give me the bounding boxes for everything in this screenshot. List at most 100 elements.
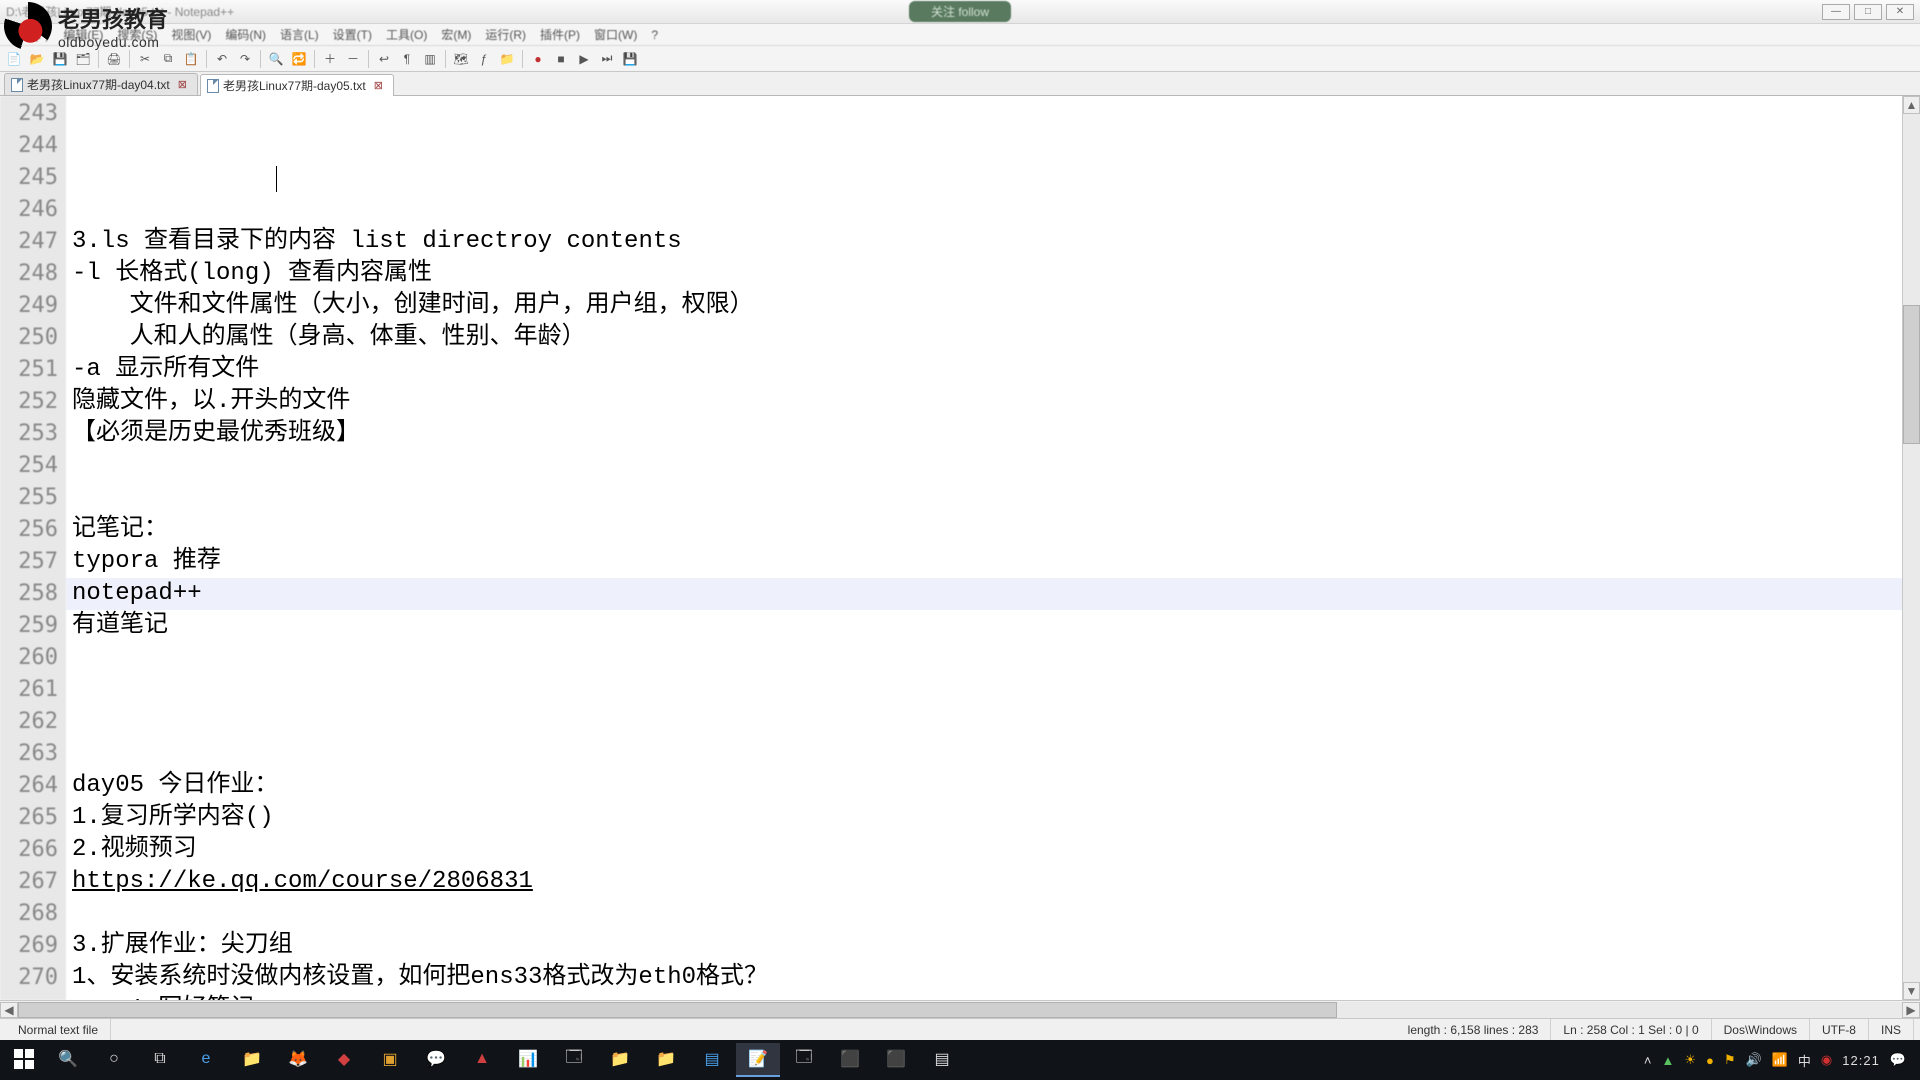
system-tray[interactable]: ˄ ▲ ☀ ● ⚑ 🔊 📶 中 ◉ 12:21 💬: [1634, 1051, 1916, 1070]
code-line[interactable]: 人和人的属性（身高、体重、性别、年龄）: [72, 322, 1914, 354]
menu-item-10[interactable]: 插件(P): [536, 24, 584, 45]
window-close-button[interactable]: ✕: [1886, 4, 1914, 20]
menu-item-9[interactable]: 运行(R): [481, 24, 530, 45]
save-macro-button[interactable]: 💾: [620, 49, 640, 69]
code-line[interactable]: [72, 450, 1914, 482]
app-icon-8[interactable]: ▤: [690, 1043, 734, 1077]
code-line[interactable]: [72, 642, 1914, 674]
find-button[interactable]: 🔍: [266, 49, 286, 69]
code-line[interactable]: [72, 674, 1914, 706]
code-line[interactable]: https://ke.qq.com/course/2806831: [72, 866, 1914, 898]
run-multiple-button[interactable]: ⏭: [597, 49, 617, 69]
tab-close-icon[interactable]: ⊠: [374, 79, 383, 92]
app-icon-11[interactable]: ⬛: [874, 1043, 918, 1077]
code-line[interactable]: notepad++: [72, 578, 1914, 610]
editor-area[interactable]: 2432442452462472482492502512522532542552…: [0, 96, 1920, 1000]
taskview-icon[interactable]: ⧉: [138, 1043, 182, 1077]
app-icon-10[interactable]: ⬛: [828, 1043, 872, 1077]
code-line[interactable]: day05 今日作业：: [72, 770, 1914, 802]
indent-guide-button[interactable]: ▥: [420, 49, 440, 69]
menu-item-7[interactable]: 工具(O): [382, 24, 431, 45]
code-line[interactable]: 【必须是历史最优秀班级】: [72, 418, 1914, 450]
follow-pill[interactable]: 关注 follow: [909, 1, 1011, 22]
cut-button[interactable]: ✂: [135, 49, 155, 69]
code-line[interactable]: 1、安装系统时没做内核设置，如何把ens33格式改为eth0格式？: [72, 962, 1914, 994]
document-tab-0[interactable]: 老男孩Linux77期-day04.txt⊠: [4, 73, 198, 95]
code-line[interactable]: 2.视频预习: [72, 834, 1914, 866]
document-tab-1[interactable]: 老男孩Linux77期-day05.txt⊠: [200, 74, 394, 96]
replace-button[interactable]: 🔁: [289, 49, 309, 69]
notepadpp-taskbar-icon[interactable]: 📝: [736, 1043, 780, 1077]
redo-button[interactable]: ↷: [235, 49, 255, 69]
tray-network-icon[interactable]: ●: [1706, 1053, 1714, 1068]
tray-clock[interactable]: 12:21: [1842, 1053, 1880, 1068]
code-line[interactable]: [72, 194, 1914, 226]
scroll-up-arrow[interactable]: ▲: [1903, 96, 1920, 114]
code-line[interactable]: 3.ls 查看目录下的内容 list directroy contents: [72, 226, 1914, 258]
open-file-button[interactable]: 📂: [27, 49, 47, 69]
print-button[interactable]: 🖨: [104, 49, 124, 69]
tray-notifications-icon[interactable]: 💬: [1890, 1052, 1906, 1068]
paste-button[interactable]: 📋: [181, 49, 201, 69]
menu-item-4[interactable]: 编码(N): [221, 24, 270, 45]
undo-button[interactable]: ↶: [212, 49, 232, 69]
url-link[interactable]: https://ke.qq.com/course/2806831: [72, 868, 533, 895]
file-explorer-icon[interactable]: 📁: [230, 1043, 274, 1077]
record-macro-button[interactable]: ●: [528, 49, 548, 69]
tray-volume-icon[interactable]: 🔊: [1746, 1052, 1762, 1068]
app-icon-5[interactable]: 🗔: [552, 1043, 596, 1077]
save-button[interactable]: 💾: [50, 49, 70, 69]
app-icon-12[interactable]: ▤: [920, 1043, 964, 1077]
menu-item-12[interactable]: ?: [647, 26, 662, 44]
copy-button[interactable]: ⧉: [158, 49, 178, 69]
tray-shield-icon[interactable]: ▲: [1661, 1053, 1674, 1068]
menu-item-11[interactable]: 窗口(W): [590, 24, 641, 45]
windows-taskbar[interactable]: 🔍 ○ ⧉ e 📁 🦊 ◆ ▣ 💬 ▲ 📊 🗔 📁 📁 ▤ 📝 🗔 ⬛ ⬛ ▤ …: [0, 1040, 1920, 1080]
code-line[interactable]: [72, 898, 1914, 930]
menu-item-0[interactable]: 文件(F): [6, 24, 53, 45]
folder-as-workspace-button[interactable]: 📁: [497, 49, 517, 69]
code-editor[interactable]: 3.ls 查看目录下的内容 list directroy contents-l …: [66, 96, 1920, 1000]
tray-weather-icon[interactable]: ☀: [1684, 1052, 1696, 1068]
menu-item-5[interactable]: 语言(L): [276, 24, 323, 45]
code-line[interactable]: 记笔记：: [72, 514, 1914, 546]
window-maximize-button[interactable]: □: [1854, 4, 1882, 20]
search-taskbar-icon[interactable]: 🔍: [46, 1043, 90, 1077]
code-line[interactable]: -l 长格式(long) 查看内容属性: [72, 258, 1914, 290]
wordwrap-button[interactable]: ↩: [374, 49, 394, 69]
tray-ime-icon[interactable]: 中: [1798, 1051, 1811, 1070]
code-line[interactable]: [72, 706, 1914, 738]
code-line[interactable]: -a 显示所有文件: [72, 354, 1914, 386]
app-icon-1[interactable]: ◆: [322, 1043, 366, 1077]
scroll-left-arrow[interactable]: ◀: [0, 1002, 18, 1018]
zoom-in-button[interactable]: ＋: [320, 49, 340, 69]
app-icon-3[interactable]: ▲: [460, 1043, 504, 1077]
code-line[interactable]: 1.复习所学内容(): [72, 802, 1914, 834]
show-symbols-button[interactable]: ¶: [397, 49, 417, 69]
horizontal-scrollbar[interactable]: ◀ ▶: [0, 1000, 1920, 1018]
zoom-out-button[interactable]: －: [343, 49, 363, 69]
play-macro-button[interactable]: ▶: [574, 49, 594, 69]
code-line[interactable]: typora 推荐: [72, 546, 1914, 578]
doc-map-button[interactable]: 🗺: [451, 49, 471, 69]
menu-item-6[interactable]: 设置(T): [329, 24, 376, 45]
status-encoding[interactable]: UTF-8: [1810, 1019, 1869, 1040]
menu-item-3[interactable]: 视图(V): [167, 24, 215, 45]
status-insert-mode[interactable]: INS: [1869, 1019, 1914, 1040]
firefox-icon[interactable]: 🦊: [276, 1043, 320, 1077]
menu-item-1[interactable]: 编辑(E): [59, 24, 107, 45]
hscroll-thumb[interactable]: [18, 1002, 1337, 1018]
code-line[interactable]: 隐藏文件，以.开头的文件: [72, 386, 1914, 418]
code-line[interactable]: 文件和文件属性（大小，创建时间，用户，用户组，权限）: [72, 290, 1914, 322]
new-file-button[interactable]: 📄: [4, 49, 24, 69]
menu-item-2[interactable]: 搜索(S): [113, 24, 161, 45]
app-icon-4[interactable]: 📊: [506, 1043, 550, 1077]
function-list-button[interactable]: ƒ: [474, 49, 494, 69]
code-line[interactable]: [72, 482, 1914, 514]
tray-app-icon[interactable]: ◉: [1821, 1052, 1832, 1068]
wechat-icon[interactable]: 💬: [414, 1043, 458, 1077]
window-minimize-button[interactable]: —: [1822, 4, 1850, 20]
tray-chevron-icon[interactable]: ˄: [1644, 1053, 1652, 1068]
app-icon-6[interactable]: 📁: [598, 1043, 642, 1077]
code-line[interactable]: 有道笔记: [72, 610, 1914, 642]
